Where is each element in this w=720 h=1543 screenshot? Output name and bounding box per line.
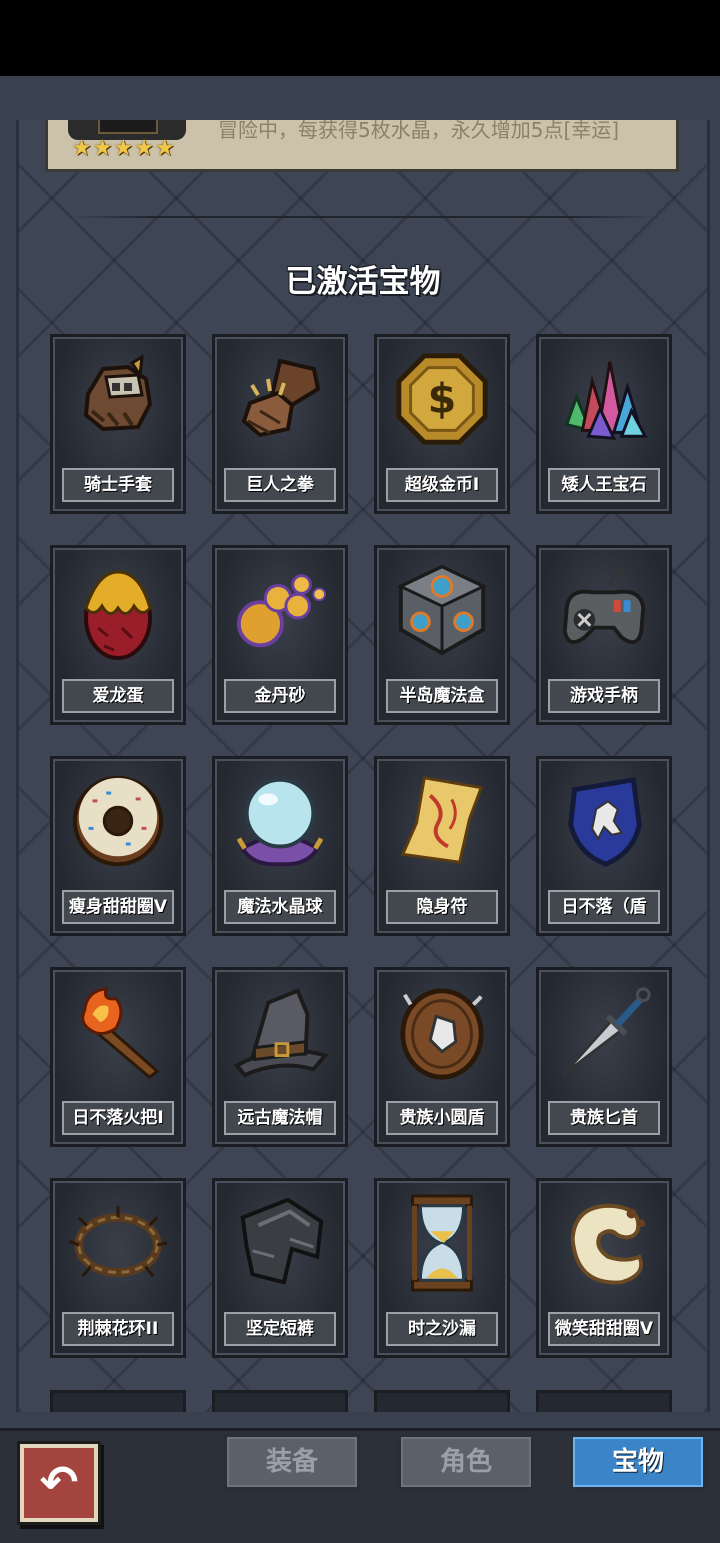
treasure-card-hourglass[interactable]: 时之沙漏 (374, 1178, 510, 1358)
golden-orbs-icon (229, 558, 331, 662)
treasure-card-noble-dagger[interactable]: 贵族匕首 (536, 967, 672, 1147)
treasure-name: 日不落（盾 (548, 890, 660, 924)
treasure-card-ancient-magic-hat[interactable]: 远古魔法帽 (212, 967, 348, 1147)
treasure-card-golden-sand[interactable]: 金丹砂 (212, 545, 348, 725)
treasure-name: 贵族小圆盾 (386, 1101, 498, 1135)
treasure-card-partial[interactable] (50, 1390, 186, 1412)
crystal-ball-icon (229, 769, 331, 873)
star-icon: ★ (72, 136, 92, 161)
selected-item-card: ★ ★ ★ ★ ★ 冒险中，每获得5枚水晶，永久增加5点[幸运] (45, 120, 679, 172)
treasure-name: 日不落火把I (62, 1101, 174, 1135)
treasure-name: 金丹砂 (224, 679, 336, 713)
smile-donut-icon (553, 1191, 655, 1295)
hourglass-icon (391, 1191, 493, 1295)
treasure-card-partial[interactable] (536, 1390, 672, 1412)
treasure-name: 坚定短裤 (224, 1312, 336, 1346)
treasure-card-smile-donut[interactable]: 微笑甜甜圈V (536, 1178, 672, 1358)
treasure-card-crystal-ball[interactable]: 魔法水晶球 (212, 756, 348, 936)
treasure-card-thorn-wreath[interactable]: 荆棘花环II (50, 1178, 186, 1358)
star-icon: ★ (92, 136, 113, 161)
svg-text:$: $ (428, 375, 457, 423)
treasure-card-magic-box[interactable]: 半岛魔法盒 (374, 545, 510, 725)
talisman-icon (391, 769, 493, 873)
gamepad-icon (553, 558, 655, 662)
gauntlet-icon (67, 347, 169, 451)
wizard-hat-icon (229, 980, 331, 1084)
treasure-card-sun-never-sets-shield[interactable]: 日不落（盾 (536, 756, 672, 936)
treasure-name: 半岛魔法盒 (386, 679, 498, 713)
treasure-name: 微笑甜甜圈V (548, 1312, 660, 1346)
star-rating: ★ ★ ★ ★ ★ (72, 138, 175, 160)
magic-cube-icon (391, 558, 493, 662)
treasure-card-stealth-talisman[interactable]: 隐身符 (374, 756, 510, 936)
spiked-fist-icon (229, 347, 331, 451)
status-bar (0, 0, 720, 76)
dragon-egg-icon (67, 558, 169, 662)
treasure-card-super-gold-coin[interactable]: $ 超级金币I (374, 334, 510, 514)
treasure-card-giant-fist[interactable]: 巨人之拳 (212, 334, 348, 514)
treasure-name: 远古魔法帽 (224, 1101, 336, 1135)
treasure-card-torch[interactable]: 日不落火把I (50, 967, 186, 1147)
treasure-name: 魔法水晶球 (224, 890, 336, 924)
back-arrow-icon: ↶ (39, 1455, 79, 1509)
item-description: 冒险中，每获得5枚水晶，永久增加5点[幸运] (218, 120, 620, 142)
treasure-card-partial[interactable] (212, 1390, 348, 1412)
treasure-panel[interactable]: ★ ★ ★ ★ ★ 冒险中，每获得5枚水晶，永久增加5点[幸运] 已激活宝物 骑… (16, 120, 710, 1412)
treasure-card-partial[interactable] (374, 1390, 510, 1412)
tab-equipment[interactable]: 装备 (224, 1434, 360, 1490)
torch-icon (67, 980, 169, 1084)
treasure-name: 矮人王宝石 (548, 468, 660, 502)
treasure-card-dwarf-king-gem[interactable]: 矮人王宝石 (536, 334, 672, 514)
dagger-icon (553, 980, 655, 1084)
treasure-name: 贵族匕首 (548, 1101, 660, 1135)
treasure-name: 荆棘花环II (62, 1312, 174, 1346)
donut-icon (67, 769, 169, 873)
treasure-card-slim-donut[interactable]: 瘦身甜甜圈V (50, 756, 186, 936)
star-icon: ★ (154, 136, 175, 161)
treasure-card-noble-round-shield[interactable]: 贵族小圆盾 (374, 967, 510, 1147)
gold-coin-icon: $ (391, 347, 493, 451)
treasure-name: 瘦身甜甜圈V (62, 890, 174, 924)
tab-character[interactable]: 角色 (398, 1434, 534, 1490)
treasure-card-knight-gauntlet[interactable]: 骑士手套 (50, 334, 186, 514)
section-title: 已激活宝物 (285, 264, 441, 300)
treasure-card-dragon-egg[interactable]: 爱龙蛋 (50, 545, 186, 725)
treasure-name: 超级金币I (386, 468, 498, 502)
treasure-name: 骑士手套 (62, 468, 174, 502)
armored-shorts-icon (229, 1191, 331, 1295)
treasure-name: 游戏手柄 (548, 679, 660, 713)
treasure-card-steadfast-shorts[interactable]: 坚定短裤 (212, 1178, 348, 1358)
tab-treasure[interactable]: 宝物 (570, 1434, 706, 1490)
thorn-wreath-icon (67, 1191, 169, 1295)
back-button[interactable]: ↶ (20, 1444, 98, 1522)
treasure-name: 巨人之拳 (224, 468, 336, 502)
round-shield-icon (391, 980, 493, 1084)
lion-shield-icon (553, 769, 655, 873)
treasure-name: 时之沙漏 (386, 1312, 498, 1346)
star-icon: ★ (134, 136, 154, 161)
divider (67, 216, 659, 218)
treasure-name: 隐身符 (386, 890, 498, 924)
treasure-card-gamepad[interactable]: 游戏手柄 (536, 545, 672, 725)
treasure-name: 爱龙蛋 (62, 679, 174, 713)
star-icon: ★ (113, 136, 134, 161)
gem-cluster-icon (553, 347, 655, 451)
